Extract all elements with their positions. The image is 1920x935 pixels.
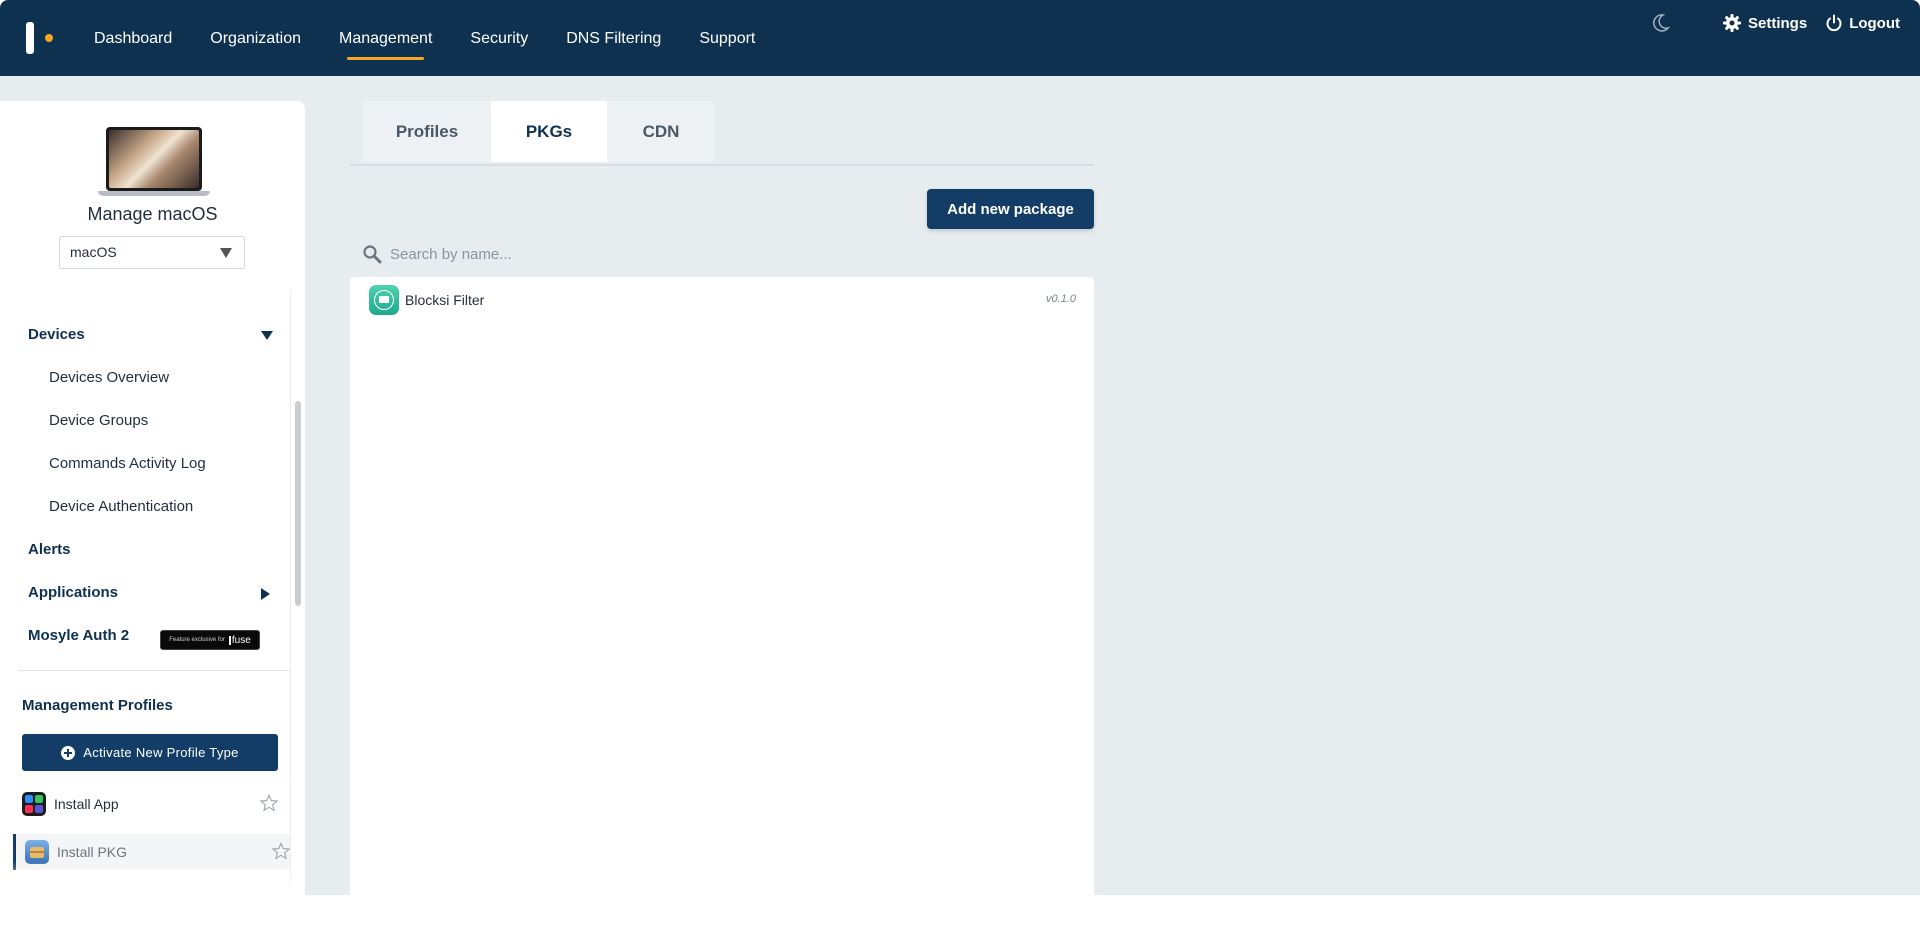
settings-button[interactable]: Settings: [1722, 13, 1807, 33]
top-nav-bar: Dashboard Organization Management Securi…: [0, 0, 1920, 76]
star-icon[interactable]: [272, 842, 290, 860]
settings-label: Settings: [1748, 14, 1808, 32]
nav-security[interactable]: Security: [470, 0, 528, 76]
power-icon: [1826, 14, 1842, 32]
tab-profiles[interactable]: Profiles: [363, 101, 491, 162]
profile-item-label: Install PKG: [57, 844, 128, 860]
moon-icon[interactable]: [1650, 13, 1670, 33]
install-app-icon: [22, 792, 46, 816]
gear-icon: [1723, 14, 1741, 32]
star-icon[interactable]: [260, 794, 278, 812]
sidebar-fade: [0, 861, 305, 895]
blocksi-filter-icon: [369, 285, 399, 315]
search-input[interactable]: [388, 244, 692, 264]
sidebar-item-device-groups[interactable]: Device Groups: [49, 412, 148, 429]
top-right-actions: Settings Logout: [1650, 0, 1900, 46]
plus-circle-icon: [61, 745, 76, 760]
app-logo[interactable]: [26, 22, 56, 54]
tab-cdn[interactable]: CDN: [607, 101, 715, 162]
sidebar-item-applications[interactable]: Applications: [28, 584, 118, 601]
package-search: [362, 242, 692, 266]
add-new-package-button[interactable]: Add new package: [927, 189, 1094, 229]
sidebar-item-commands-activity-log[interactable]: Commands Activity Log: [49, 455, 206, 472]
fuse-logo: fuse: [228, 635, 251, 646]
logo-bar: [26, 22, 34, 54]
tab-pkgs[interactable]: PKGs: [491, 101, 607, 162]
badge-text: Feature exclusive for: [169, 637, 225, 643]
logo-dot: [45, 34, 53, 42]
sidebar-separator: [18, 670, 290, 671]
bottom-strip: [0, 895, 1920, 935]
package-version: v0.1.0: [1046, 293, 1076, 305]
nav-management[interactable]: Management: [339, 0, 432, 76]
logout-button[interactable]: Logout: [1825, 14, 1900, 32]
sidebar-divider: [290, 291, 291, 895]
expand-right-icon[interactable]: [261, 588, 270, 600]
nav-organization[interactable]: Organization: [210, 0, 301, 76]
sidebar-item-device-authentication[interactable]: Device Authentication: [49, 498, 193, 515]
tab-bar: Profiles PKGs CDN: [350, 101, 1094, 166]
activate-profile-type-label: Activate New Profile Type: [83, 745, 239, 760]
sidebar: Manage macOS macOS Devices Devices Overv…: [0, 101, 305, 895]
nav-dashboard[interactable]: Dashboard: [94, 0, 172, 76]
management-profiles-title: Management Profiles: [22, 697, 173, 714]
profile-item-label: Install App: [54, 796, 119, 812]
sidebar-item-alerts[interactable]: Alerts: [28, 541, 71, 558]
package-name: Blocksi Filter: [405, 292, 485, 308]
nav-dns-filtering[interactable]: DNS Filtering: [566, 0, 661, 76]
os-select[interactable]: macOS: [59, 236, 245, 269]
expand-down-icon[interactable]: [261, 331, 273, 340]
main-nav: Dashboard Organization Management Securi…: [94, 0, 793, 76]
sidebar-scrollbar[interactable]: [295, 401, 301, 606]
macbook-image: [98, 127, 210, 199]
package-list: Blocksi Filter v0.1.0: [350, 277, 1094, 895]
sidebar-item-devices-overview[interactable]: Devices Overview: [49, 369, 169, 386]
package-row[interactable]: Blocksi Filter v0.1.0: [369, 283, 1076, 317]
nav-support[interactable]: Support: [699, 0, 755, 76]
sidebar-title: Manage macOS: [87, 204, 218, 224]
sidebar-item-devices[interactable]: Devices: [28, 326, 85, 343]
os-select-value: macOS: [70, 244, 117, 260]
fuse-exclusive-badge: Feature exclusive for fuse: [160, 630, 260, 650]
logout-label: Logout: [1849, 14, 1900, 32]
search-icon: [363, 245, 382, 264]
activate-profile-type-button[interactable]: Activate New Profile Type: [22, 734, 278, 771]
caret-down-icon: [220, 248, 232, 258]
profile-item-install-app[interactable]: Install App: [22, 786, 278, 822]
sidebar-item-mosyle-auth[interactable]: Mosyle Auth 2: [28, 627, 129, 644]
